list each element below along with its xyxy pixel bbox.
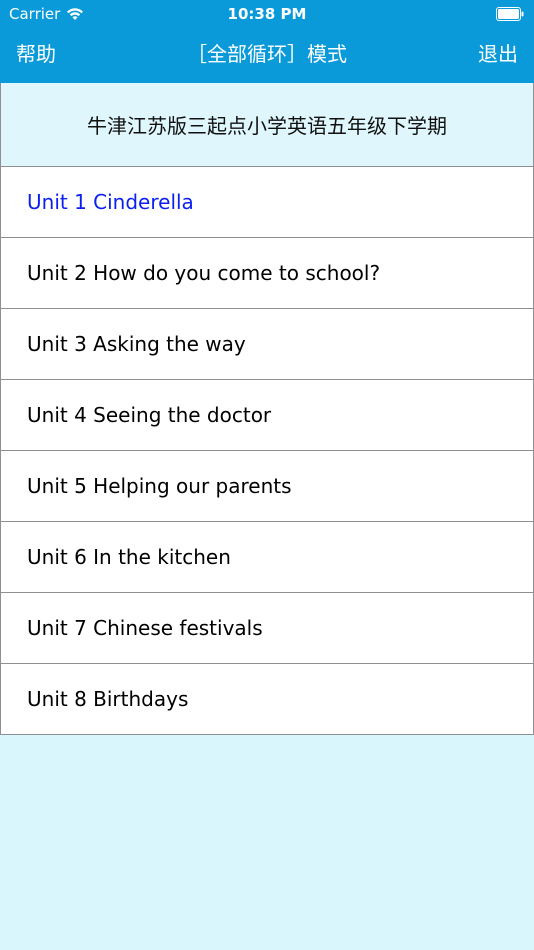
status-bar: Carrier 10:38 PM xyxy=(0,0,534,28)
unit-row-6[interactable]: Unit 6 In the kitchen xyxy=(0,522,534,593)
battery-icon xyxy=(496,7,524,21)
book-title: 牛津江苏版三起点小学英语五年级下学期 xyxy=(87,114,447,138)
navigation-bar: 帮助 ［全部循环］模式 退出 xyxy=(0,28,534,83)
unit-label: Unit 2 How do you come to school? xyxy=(27,261,381,285)
book-title-header: 牛津江苏版三起点小学英语五年级下学期 xyxy=(0,83,534,167)
unit-list: 牛津江苏版三起点小学英语五年级下学期 Unit 1 Cinderella Uni… xyxy=(0,83,534,735)
unit-label: Unit 3 Asking the way xyxy=(27,332,246,356)
unit-label: Unit 5 Helping our parents xyxy=(27,474,292,498)
unit-label: Unit 6 In the kitchen xyxy=(27,545,231,569)
unit-row-3[interactable]: Unit 3 Asking the way xyxy=(0,309,534,380)
mode-title: ［全部循环］模式 xyxy=(187,42,347,66)
unit-label: Unit 4 Seeing the doctor xyxy=(27,403,272,427)
unit-row-2[interactable]: Unit 2 How do you come to school? xyxy=(0,238,534,309)
unit-row-5[interactable]: Unit 5 Helping our parents xyxy=(0,451,534,522)
unit-row-8[interactable]: Unit 8 Birthdays xyxy=(0,664,534,735)
unit-label: Unit 1 Cinderella xyxy=(27,190,194,214)
exit-button[interactable]: 退出 xyxy=(478,40,518,68)
unit-row-7[interactable]: Unit 7 Chinese festivals xyxy=(0,593,534,664)
status-time: 10:38 PM xyxy=(227,5,307,23)
top-bar: Carrier 10:38 PM 帮助 ［全部循环］模式 退出 xyxy=(0,0,534,83)
unit-row-4[interactable]: Unit 4 Seeing the doctor xyxy=(0,380,534,451)
unit-row-1[interactable]: Unit 1 Cinderella xyxy=(0,167,534,238)
unit-label: Unit 7 Chinese festivals xyxy=(27,616,263,640)
unit-label: Unit 8 Birthdays xyxy=(27,687,189,711)
